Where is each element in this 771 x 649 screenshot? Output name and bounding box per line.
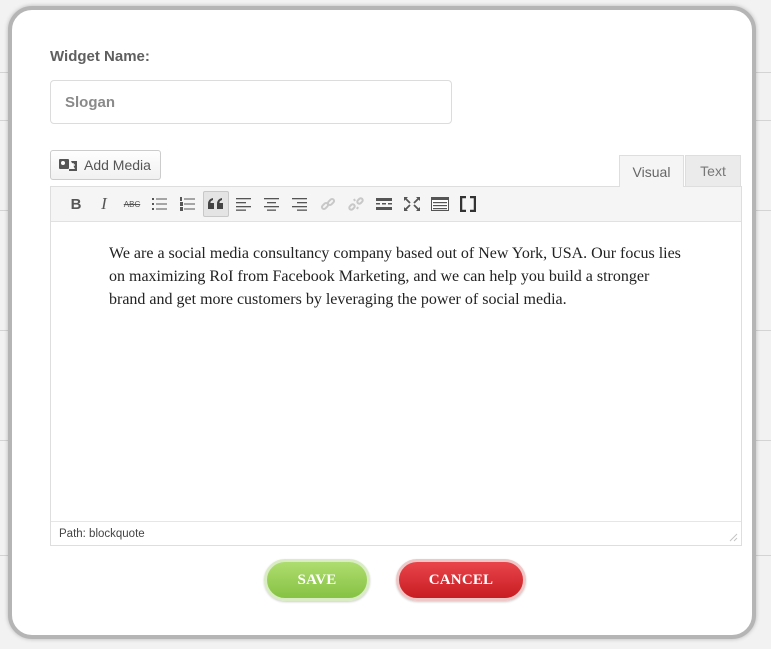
align-right-icon — [292, 198, 307, 211]
editor-toolbar: B I ABC — [51, 187, 741, 222]
strikethrough-icon: ABC — [123, 199, 141, 209]
blockquote-button[interactable] — [203, 191, 229, 217]
numbered-list-button[interactable] — [175, 191, 201, 217]
editor-statusbar: Path: blockquote — [51, 521, 741, 545]
add-media-label: Add Media — [84, 157, 151, 173]
distraction-free-button[interactable] — [455, 191, 481, 217]
read-more-icon — [376, 198, 392, 210]
distraction-free-icon — [460, 196, 476, 212]
fullscreen-icon — [404, 197, 420, 211]
insert-more-button[interactable] — [371, 191, 397, 217]
path-label: Path: blockquote — [59, 527, 145, 540]
fullscreen-button[interactable] — [399, 191, 425, 217]
numbered-list-icon — [180, 197, 195, 211]
blockquote-icon — [208, 198, 223, 209]
toolbar-toggle-button[interactable] — [427, 191, 453, 217]
align-center-button[interactable] — [259, 191, 285, 217]
resize-handle-icon[interactable] — [728, 532, 738, 542]
align-center-icon — [264, 198, 279, 211]
italic-icon: I — [101, 194, 107, 213]
kitchen-sink-icon — [431, 197, 449, 211]
add-media-button[interactable]: Add Media — [50, 150, 161, 180]
bold-button[interactable]: B — [63, 191, 89, 217]
bullet-list-button[interactable] — [147, 191, 173, 217]
tab-visual[interactable]: Visual — [619, 155, 684, 187]
italic-button[interactable]: I — [91, 191, 117, 217]
add-media-icon — [58, 157, 78, 173]
link-icon — [320, 197, 336, 211]
widget-name-input[interactable] — [50, 80, 452, 124]
unlink-icon — [348, 197, 364, 211]
align-left-icon — [236, 198, 251, 211]
rich-text-editor: B I ABC We are a social media consultanc… — [50, 186, 742, 546]
bullet-list-icon — [152, 198, 167, 210]
align-right-button[interactable] — [287, 191, 313, 217]
widget-editor-dialog: Widget Name: Add Media Visual Text B I A… — [8, 6, 756, 639]
save-button[interactable]: SAVE — [264, 559, 370, 601]
align-left-button[interactable] — [231, 191, 257, 217]
remove-link-button[interactable] — [343, 191, 369, 217]
bold-icon: B — [70, 195, 82, 213]
insert-link-button[interactable] — [315, 191, 341, 217]
widget-name-label: Widget Name: — [50, 48, 150, 65]
strikethrough-button[interactable]: ABC — [119, 191, 145, 217]
editor-content[interactable]: We are a social media consultancy compan… — [109, 242, 689, 311]
tab-text[interactable]: Text — [685, 155, 741, 186]
cancel-button[interactable]: CANCEL — [396, 559, 526, 601]
